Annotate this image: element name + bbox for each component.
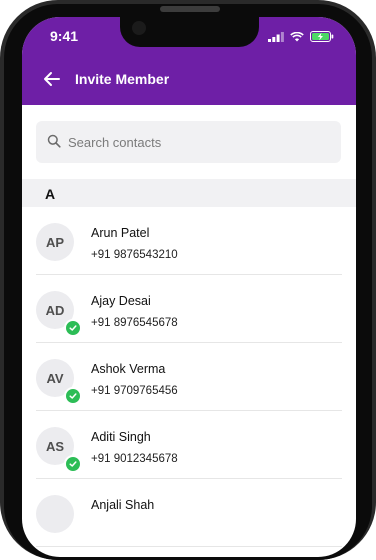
contact-row[interactable]: AS Aditi Singh +91 9012345678 [36,411,342,479]
contact-list: AP Arun Patel +91 9876543210 AD Ajay Des… [22,207,356,547]
contact-phone: +91 9012345678 [91,453,178,465]
contact-row[interactable]: AD Ajay Desai +91 8976545678 [36,275,342,343]
selected-badge [64,455,82,473]
side-button [0,198,2,256]
contact-row[interactable]: Anjali Shah [36,479,342,547]
wifi-icon [290,29,304,47]
side-button [0,270,2,328]
contact-phone: +91 9876543210 [91,249,178,261]
contact-name: Anjali Shah [91,498,155,512]
check-icon [69,461,77,467]
search-bar[interactable] [36,121,341,163]
contact-row[interactable]: AP Arun Patel +91 9876543210 [36,207,342,275]
device-frame: 9:41 Invite Member Search contacts A AP … [0,0,376,560]
contact-name: Arun Patel [91,226,150,240]
back-button[interactable] [42,69,62,89]
check-icon [69,325,77,331]
signal-icon [268,29,284,47]
device-notch [120,17,259,47]
avatar [36,495,74,533]
selected-badge [64,319,82,337]
selected-badge [64,387,82,405]
contact-row[interactable]: AV Ashok Verma +91 9709765456 [36,343,342,411]
contact-name: Ajay Desai [91,294,151,308]
side-button [0,150,2,180]
section-letter: A [45,186,56,202]
search-input[interactable] [68,121,328,163]
arrow-left-icon [44,72,60,86]
avatar: AP [36,223,74,261]
earpiece-speaker [160,6,220,12]
status-icons [268,29,334,47]
search-icon [47,134,61,148]
check-icon [69,393,77,399]
contact-phone: +91 9709765456 [91,385,178,397]
camera-icon [132,21,146,35]
contact-name: Ashok Verma [91,362,166,376]
section-header: A [22,179,356,207]
status-time: 9:41 [50,28,79,44]
page-title: Invite Member [75,71,170,87]
contact-name: Aditi Singh [91,430,151,444]
contact-phone: +91 8976545678 [91,317,178,329]
battery-charging-icon [310,29,334,47]
phone-screen: 9:41 Invite Member Search contacts A AP … [22,17,356,557]
